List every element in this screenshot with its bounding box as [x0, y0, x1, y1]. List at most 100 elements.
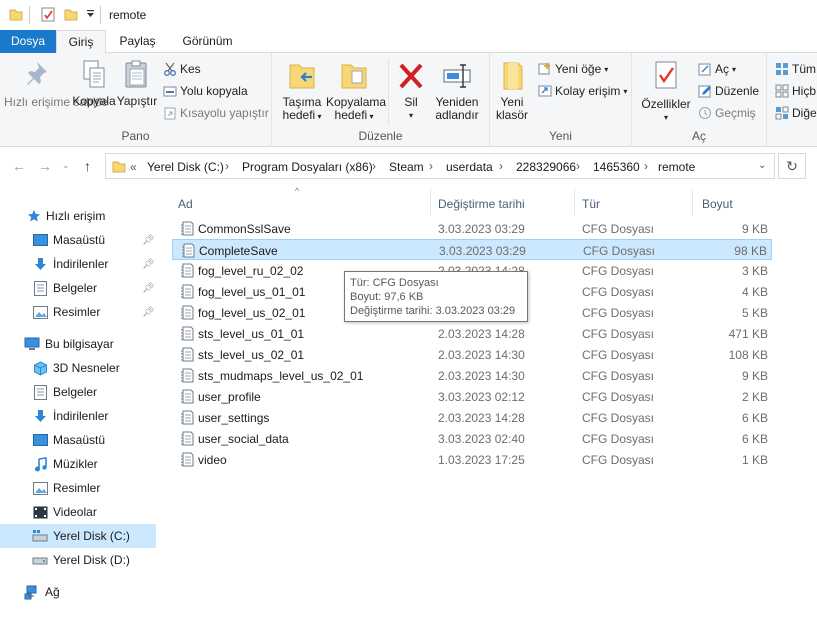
nav-music[interactable]: Müzikler: [0, 452, 156, 476]
nav-desktop[interactable]: Masaüstü 📌︎: [0, 228, 156, 252]
nav-pictures[interactable]: Resimler 📌︎: [0, 300, 156, 324]
tab-file[interactable]: Dosya: [0, 30, 56, 53]
edit-button[interactable]: Düzenle: [698, 84, 759, 98]
nav-this-pc[interactable]: Bu bilgisayar: [0, 332, 156, 356]
file-list: ^ Ad Değiştirme tarihi Tür Boyut CommonS…: [162, 185, 817, 639]
copy-path-button[interactable]: Yolu kopyala: [163, 84, 248, 98]
nav-documents-label: Belgeler: [53, 281, 98, 295]
breadcrumb-separator-icon[interactable]: ›: [225, 159, 229, 173]
address-bar[interactable]: « Yerel Disk (C:) › Program Dosyaları (x…: [105, 153, 775, 179]
column-divider[interactable]: [430, 189, 431, 215]
delete-button[interactable]: Sil ▾: [393, 59, 429, 122]
breadcrumb-c-drive[interactable]: Yerel Disk (C:): [147, 160, 224, 174]
file-type: CFG Dosyası: [582, 453, 655, 467]
tab-share[interactable]: Paylaş: [110, 30, 165, 53]
back-arrow-icon[interactable]: ←: [12, 158, 26, 174]
cut-button[interactable]: Kes: [163, 62, 201, 76]
file-row[interactable]: video 1.03.2023 17:25 CFG Dosyası 1 KB: [172, 449, 772, 470]
invert-selection-button[interactable]: Diğe: [775, 106, 817, 120]
move-to-button[interactable]: Taşıma hedefi ▾: [278, 59, 326, 123]
breadcrumb-separator-icon[interactable]: ›: [576, 159, 580, 173]
pin-icon[interactable]: 📌︎: [142, 307, 155, 318]
nav-pc-documents[interactable]: Belgeler: [0, 380, 156, 404]
rename-button[interactable]: Yeniden adlandır: [432, 59, 482, 122]
edit-icon: [698, 85, 711, 98]
tab-home[interactable]: Giriş: [56, 30, 106, 54]
nav-local-disk-c[interactable]: Yerel Disk (C:): [0, 524, 156, 548]
easy-access-button[interactable]: Kolay erişim ▾: [538, 84, 627, 98]
column-header-type[interactable]: Tür: [582, 197, 600, 211]
new-folder-button[interactable]: Yeni klasör: [492, 59, 532, 122]
breadcrumb-separator-icon[interactable]: ›: [372, 159, 376, 173]
nav-quick-access[interactable]: Hızlı erişim: [0, 204, 156, 228]
select-all-button[interactable]: Tüm: [775, 62, 816, 76]
properties-quick-icon[interactable]: [41, 7, 55, 22]
breadcrumb-steam[interactable]: Steam: [389, 160, 424, 174]
file-type: CFG Dosyası: [582, 327, 655, 341]
nav-local-disk-d[interactable]: Yerel Disk (D:): [0, 548, 156, 572]
up-arrow-icon[interactable]: ↑: [84, 158, 91, 174]
column-divider[interactable]: [692, 189, 693, 215]
invert-selection-icon: [775, 106, 789, 120]
recent-locations-icon[interactable]: ⌄: [62, 160, 70, 171]
history-button[interactable]: Geçmiş: [698, 106, 756, 120]
pin-icon[interactable]: 📌︎: [142, 283, 155, 294]
file-row[interactable]: sts_level_us_01_01 2.03.2023 14:28 CFG Dos…: [172, 323, 772, 344]
nav-pc-downloads[interactable]: İndirilenler: [0, 404, 156, 428]
group-new: Yeni klasör Yeni öğe ▾ Kolay erişim ▾ Yeni: [490, 53, 632, 147]
breadcrumb-remote[interactable]: remote: [658, 160, 695, 174]
breadcrumb-app-id[interactable]: 1465360: [593, 160, 640, 174]
column-divider[interactable]: [574, 189, 575, 215]
copy-button[interactable]: Kopyala: [71, 59, 117, 108]
new-item-button[interactable]: Yeni öğe ▾: [538, 62, 608, 76]
address-dropdown-icon[interactable]: ⌄: [758, 160, 766, 171]
nav-downloads[interactable]: İndirilenler 📌︎: [0, 252, 156, 276]
breadcrumb-separator-icon[interactable]: ›: [644, 159, 648, 173]
nav-pc-desktop[interactable]: Masaüstü: [0, 428, 156, 452]
cfg-file-icon: [182, 243, 195, 258]
sort-ascending-icon: ^: [295, 186, 300, 196]
file-row[interactable]: user_settings 2.03.2023 14:28 CFG Dosyası 6…: [172, 407, 772, 428]
properties-button[interactable]: Özellikler ▾: [640, 59, 692, 124]
breadcrumb-userdata[interactable]: userdata: [446, 160, 493, 174]
move-to-icon: [289, 64, 315, 89]
nav-network[interactable]: Ağ: [0, 580, 156, 604]
cfg-file-icon: [181, 284, 194, 299]
column-header-date[interactable]: Değiştirme tarihi: [438, 197, 525, 211]
breadcrumb-separator-icon[interactable]: ›: [429, 159, 433, 173]
paste-button[interactable]: Yapıştır: [116, 59, 158, 108]
file-row[interactable]: CommonSslSave 3.03.2023 03:29 CFG Dosyası 9…: [172, 218, 772, 239]
nav-videos[interactable]: Videolar: [0, 500, 156, 524]
breadcrumb-program-files[interactable]: Program Dosyaları (x86): [242, 160, 373, 174]
breadcrumb-overflow[interactable]: «: [130, 160, 137, 174]
file-row[interactable]: user_profile 3.03.2023 02:12 CFG Dosyası 2 …: [172, 386, 772, 407]
pin-icon[interactable]: 📌︎: [142, 259, 155, 270]
file-row[interactable]: sts_level_us_02_01 2.03.2023 14:30 CFG Dos…: [172, 344, 772, 365]
tab-view[interactable]: Görünüm: [170, 30, 245, 53]
pin-icon[interactable]: 📌︎: [142, 235, 155, 246]
file-row[interactable]: user_social_data 3.03.2023 02:40 CFG Dosya…: [172, 428, 772, 449]
pin-quick-access-button[interactable]: Hızlı erişime sabitle: [4, 59, 108, 109]
select-none-button[interactable]: Hiçb: [775, 84, 816, 98]
nav-3d-objects[interactable]: 3D Nesneler: [0, 356, 156, 380]
breadcrumb-user-id[interactable]: 228329066: [516, 160, 576, 174]
refresh-button[interactable]: ↻: [778, 153, 806, 179]
new-folder-quick-icon[interactable]: [64, 7, 78, 21]
column-header-size[interactable]: Boyut: [702, 197, 733, 211]
nav-pc-pictures-label: Resimler: [53, 481, 101, 495]
breadcrumb-separator-icon[interactable]: ›: [499, 159, 503, 173]
copy-to-button[interactable]: Kopyalama hedefi ▾: [326, 59, 386, 123]
file-row[interactable]: CompleteSave 3.03.2023 03:29 CFG Dosyası 98…: [172, 239, 772, 260]
nav-pc-pictures[interactable]: Resimler: [0, 476, 156, 500]
nav-music-label: Müzikler: [53, 457, 98, 471]
open-button[interactable]: Aç ▾: [698, 62, 736, 76]
nav-documents[interactable]: Belgeler 📌︎: [0, 276, 156, 300]
download-arrow-icon: [35, 257, 46, 270]
cfg-file-icon: [181, 368, 194, 383]
file-row[interactable]: sts_mudmaps_level_us_02_01 2.03.2023 14:3…: [172, 365, 772, 386]
invert-selection-label: Diğe: [792, 106, 817, 120]
forward-arrow-icon[interactable]: →: [38, 158, 52, 174]
paste-shortcut-button[interactable]: Kısayolu yapıştır: [163, 106, 269, 120]
customize-toolbar-icon[interactable]: [86, 9, 95, 19]
column-header-name[interactable]: Ad: [178, 197, 193, 211]
